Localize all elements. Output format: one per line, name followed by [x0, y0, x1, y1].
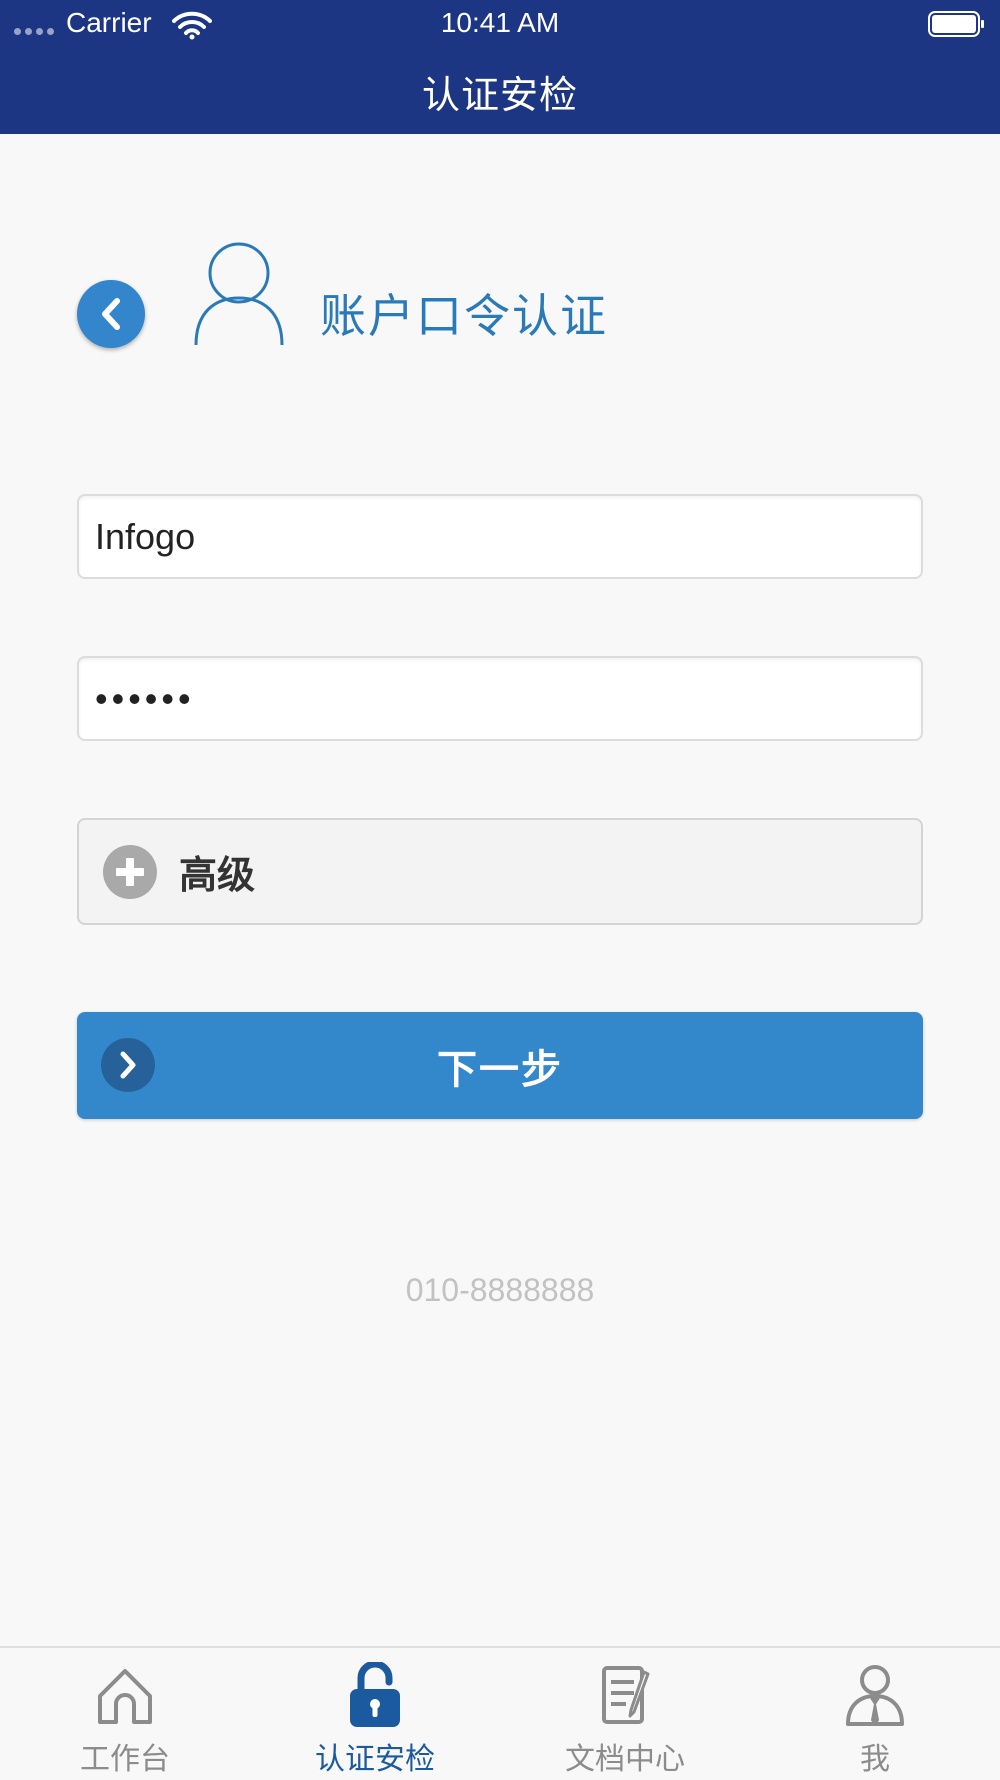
tab-label: 文档中心: [565, 1742, 685, 1777]
tab-bar: 工作台 认证安检 文档中心 我: [0, 1646, 1000, 1778]
chevron-right-icon: [101, 1038, 155, 1092]
nav-header: Carrier 10:41 AM 认证安检: [0, 0, 1000, 134]
advanced-label: 高级: [179, 853, 256, 897]
username-input[interactable]: [95, 496, 921, 577]
next-label: 下一步: [437, 1046, 563, 1093]
password-field[interactable]: [77, 656, 923, 741]
tab-documents[interactable]: 文档中心: [500, 1648, 750, 1780]
tab-label: 认证安检: [315, 1742, 435, 1777]
advanced-toggle[interactable]: 高级: [77, 818, 923, 925]
section-title: 账户口令认证: [320, 289, 608, 343]
user-icon: [194, 242, 284, 346]
home-icon: [98, 1669, 152, 1724]
document-icon: [602, 1666, 650, 1724]
lock-icon: [350, 1662, 400, 1727]
chevron-left-icon: [102, 298, 120, 330]
username-field[interactable]: [77, 494, 923, 579]
tab-workbench[interactable]: 工作台: [0, 1648, 250, 1780]
status-bar: Carrier 10:41 AM: [0, 0, 1000, 50]
next-button[interactable]: 下一步: [77, 1012, 923, 1119]
tab-label: 工作台: [80, 1742, 170, 1777]
support-phone: 010-8888888: [405, 1272, 595, 1308]
user-icon: [846, 1665, 904, 1726]
tab-auth-check[interactable]: 认证安检: [250, 1648, 500, 1780]
clock: 10:41 AM: [440, 7, 560, 38]
back-button[interactable]: [77, 280, 145, 348]
page-title: 认证安检: [421, 73, 578, 117]
tab-label: 我: [860, 1742, 890, 1777]
tab-me[interactable]: 我: [750, 1648, 1000, 1780]
password-input[interactable]: [95, 658, 921, 739]
battery-icon: [928, 11, 984, 37]
plus-icon: [103, 844, 157, 899]
